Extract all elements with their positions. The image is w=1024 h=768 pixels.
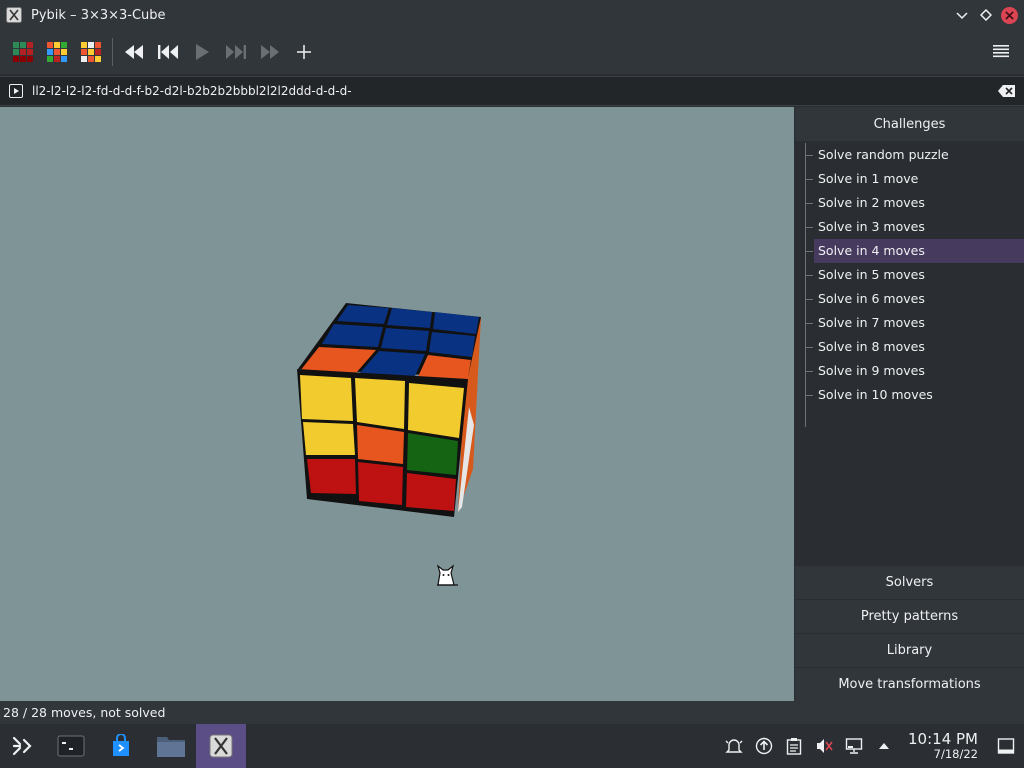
rewind-button[interactable] — [117, 35, 151, 69]
pybik-task-icon — [209, 734, 233, 758]
challenge-item[interactable]: Solve in 2 moves — [795, 191, 1024, 215]
clock-date: 7/18/22 — [933, 746, 978, 761]
toolbar-separator — [112, 38, 113, 66]
status-bar: 28 / 28 moves, not solved — [0, 701, 1024, 724]
library-section-button[interactable]: Library — [795, 633, 1024, 667]
file-manager-icon — [157, 737, 185, 757]
move-editor — [0, 76, 1024, 106]
challenges-header[interactable]: Challenges — [795, 107, 1024, 141]
challenges-tree: Solve random puzzle Solve in 1 move Solv… — [795, 141, 1024, 565]
play-icon — [196, 44, 209, 60]
new-random-puzzle-button[interactable] — [40, 35, 74, 69]
challenge-item[interactable]: Solve in 8 moves — [795, 335, 1024, 359]
challenge-item[interactable]: Solve in 7 moves — [795, 311, 1024, 335]
close-icon[interactable] — [1001, 6, 1018, 24]
play-button[interactable] — [185, 35, 219, 69]
cat-cursor-icon — [436, 564, 458, 586]
title-bar: Pybik – 3×3×3-Cube — [0, 0, 1024, 30]
show-desktop-icon[interactable] — [996, 736, 1016, 756]
new-random-puzzle-2-button[interactable] — [74, 35, 108, 69]
forward-button[interactable] — [253, 35, 287, 69]
clipboard-icon[interactable] — [784, 736, 804, 756]
cube-front-face — [297, 369, 468, 517]
challenge-item[interactable]: Solve in 6 moves — [795, 287, 1024, 311]
challenge-item-selected[interactable]: Solve in 4 moves — [805, 239, 1024, 263]
system-tray: 10:14 PM 7/18/22 — [724, 729, 1016, 761]
pretty-patterns-section-button[interactable]: Pretty patterns — [795, 599, 1024, 633]
clock[interactable]: 10:14 PM 7/18/22 — [908, 729, 978, 761]
fast-forward-icon — [261, 45, 279, 59]
clock-time: 10:14 PM — [908, 729, 978, 748]
challenge-item[interactable]: Solve random puzzle — [795, 143, 1024, 167]
challenge-item[interactable]: Solve in 3 moves — [795, 215, 1024, 239]
virtual-desktops-button[interactable] — [46, 724, 96, 768]
status-text: 28 / 28 moves, not solved — [3, 705, 166, 720]
taskbar: 10:14 PM 7/18/22 — [0, 724, 1024, 768]
discover-store-icon — [113, 734, 129, 756]
skip-forward-icon — [226, 45, 246, 59]
application-launcher-button[interactable] — [0, 724, 44, 768]
rubiks-cube[interactable] — [0, 107, 794, 701]
challenge-item[interactable]: Solve in 10 moves — [795, 383, 1024, 407]
cube-random-icon — [47, 42, 67, 62]
play-icon[interactable] — [9, 84, 23, 98]
challenge-item[interactable]: Solve in 1 move — [795, 167, 1024, 191]
clear-text-icon[interactable] — [998, 84, 1016, 98]
updates-icon[interactable] — [754, 736, 774, 756]
main-menu-button[interactable] — [984, 35, 1018, 69]
challenge-item[interactable]: Solve in 5 moves — [795, 263, 1024, 287]
pybik-task-button[interactable] — [196, 724, 246, 768]
next-button[interactable] — [219, 35, 253, 69]
skip-back-icon — [158, 45, 178, 59]
virtual-desktops-icon — [57, 735, 85, 757]
notifications-icon[interactable] — [724, 736, 744, 756]
add-mark-button[interactable] — [287, 35, 321, 69]
minimize-icon[interactable] — [953, 6, 971, 24]
application-launcher-icon — [12, 736, 32, 756]
previous-button[interactable] — [151, 35, 185, 69]
hamburger-menu-icon — [993, 45, 1009, 58]
tray-expand-icon[interactable] — [874, 736, 894, 756]
challenge-item[interactable]: Solve in 9 moves — [795, 359, 1024, 383]
file-manager-button[interactable] — [146, 724, 196, 768]
side-panel: Challenges Solve random puzzle Solve in … — [795, 107, 1024, 701]
window-title: Pybik – 3×3×3-Cube — [31, 7, 166, 23]
cube-mixed-icon — [81, 42, 101, 62]
cube-viewport[interactable] — [0, 107, 794, 701]
move-transformations-section-button[interactable]: Move transformations — [795, 667, 1024, 701]
new-solved-puzzle-button[interactable] — [6, 35, 40, 69]
maximize-icon[interactable] — [977, 6, 995, 24]
volume-muted-icon[interactable] — [814, 736, 834, 756]
main-toolbar — [0, 30, 1024, 74]
discover-store-button[interactable] — [96, 724, 146, 768]
plus-icon — [297, 45, 311, 59]
rewind-icon — [125, 45, 143, 59]
move-sequence-input[interactable] — [32, 84, 998, 98]
network-icon[interactable] — [844, 736, 864, 756]
solvers-section-button[interactable]: Solvers — [795, 565, 1024, 599]
cube-solved-icon — [13, 42, 33, 62]
pybik-icon — [6, 7, 22, 23]
